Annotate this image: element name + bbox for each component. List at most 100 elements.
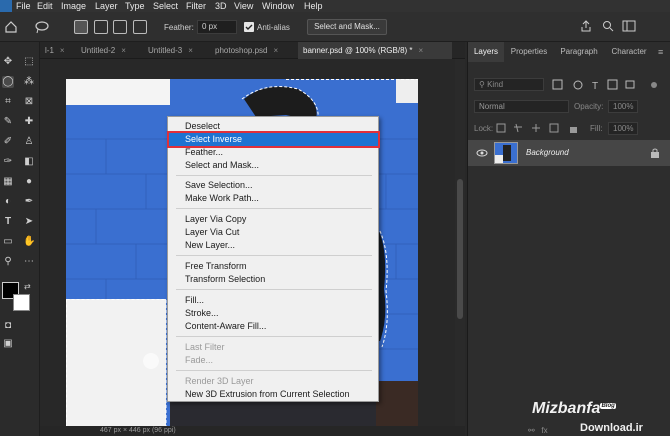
close-icon[interactable]: × <box>274 46 279 55</box>
pen-tool-icon[interactable]: ✒ <box>23 196 35 208</box>
menu-window[interactable]: Window <box>262 0 294 12</box>
menu-item-select-inverse[interactable]: Select Inverse <box>167 131 380 148</box>
frame-tool-icon[interactable]: ⊠ <box>23 96 35 108</box>
layer-row-background[interactable]: Background <box>468 140 670 166</box>
select-and-mask-button[interactable]: Select and Mask... <box>307 19 387 35</box>
menu-edit[interactable]: Edit <box>37 0 53 12</box>
menu-item-select-and-mask[interactable]: Select and Mask... <box>169 159 378 172</box>
menu-3d[interactable]: 3D <box>215 0 227 12</box>
tab-untitled-3[interactable]: Untitled-3 × <box>143 42 207 59</box>
menu-select[interactable]: Select <box>153 0 178 12</box>
subtract-selection-icon[interactable] <box>113 20 127 34</box>
tab-untitled-2[interactable]: Untitled-2 × <box>76 42 141 59</box>
opacity-label: Opacity: <box>574 102 604 111</box>
menu-item-new-3d-extrusion[interactable]: New 3D Extrusion from Current Selection <box>169 388 378 401</box>
path-selection-icon[interactable]: ➤ <box>23 216 35 228</box>
menu-layer[interactable]: Layer <box>95 0 118 12</box>
healing-brush-icon[interactable]: ✚ <box>23 116 35 128</box>
search-icon[interactable] <box>602 20 614 32</box>
menu-help[interactable]: Help <box>304 0 323 12</box>
menu-type[interactable]: Type <box>125 0 145 12</box>
eyedropper-icon[interactable]: ✎ <box>2 116 14 128</box>
menu-view[interactable]: View <box>234 0 253 12</box>
tab-paragraph[interactable]: Paragraph <box>556 42 602 62</box>
antialias-checkbox[interactable] <box>244 22 254 32</box>
menu-item-feather[interactable]: Feather... <box>169 146 378 159</box>
lasso-tool-icon[interactable]: ◯ <box>2 76 14 88</box>
intersect-selection-icon[interactable] <box>133 20 147 34</box>
layer-lock-icon <box>651 148 659 158</box>
background-color-swatch[interactable] <box>13 294 30 311</box>
watermark-brand: MizbanfaBlog <box>532 400 616 418</box>
antialias-label: Anti-alias <box>257 23 290 32</box>
tab-banner-psd[interactable]: banner.psd @ 100% (RGB/8) * × <box>298 42 452 59</box>
menu-file[interactable]: File <box>16 0 31 12</box>
add-selection-icon[interactable] <box>94 20 108 34</box>
options-bar: Feather: 0 px Anti-alias Select and Mask… <box>0 12 670 42</box>
menu-item-stroke[interactable]: Stroke... <box>169 307 378 320</box>
filter-icons: T <box>552 78 662 92</box>
fill-input[interactable]: 100% <box>608 122 638 135</box>
lock-icons[interactable] <box>496 122 586 134</box>
menu-item-free-transform[interactable]: Free Transform <box>169 260 378 273</box>
more-tools-icon[interactable]: ⋯ <box>23 256 35 268</box>
panel-footer-icons[interactable]: ⚯ fx <box>528 426 588 436</box>
photoshop-logo-icon[interactable] <box>0 0 12 12</box>
menu-item-new-layer[interactable]: New Layer... <box>169 239 378 252</box>
menu-item-save-selection[interactable]: Save Selection... <box>169 179 378 192</box>
magic-wand-icon[interactable]: ⁂ <box>23 76 35 88</box>
tab-character[interactable]: Character <box>606 42 652 62</box>
watermark-brand-text: Mizbanfa <box>532 400 601 417</box>
status-bar: 467 px × 446 px (96 ppi) <box>40 426 465 436</box>
close-icon[interactable]: × <box>121 46 126 55</box>
feather-label: Feather: <box>164 23 194 32</box>
tab-photoshop-psd[interactable]: photoshop.psd × <box>210 42 296 59</box>
brush-tool-icon[interactable]: ✐ <box>2 136 14 148</box>
menu-item-transform-selection[interactable]: Transform Selection <box>169 273 378 286</box>
tab-label: photoshop.psd <box>215 46 268 55</box>
menu-item-layer-via-cut[interactable]: Layer Via Cut <box>169 226 378 239</box>
close-icon[interactable]: × <box>188 46 193 55</box>
hand-tool-icon[interactable]: ✋ <box>23 236 35 248</box>
swap-colors-icon[interactable]: ⇄ <box>24 282 34 292</box>
menu-item-make-work-path[interactable]: Make Work Path... <box>169 192 378 205</box>
crop-tool-icon[interactable]: ⌗ <box>2 96 14 108</box>
close-icon[interactable]: × <box>60 46 65 55</box>
menu-image[interactable]: Image <box>61 0 86 12</box>
lasso-tool-icon[interactable] <box>34 20 50 34</box>
quick-mask-icon[interactable]: ◘ <box>2 320 14 332</box>
panel-menu-icon[interactable]: ≡ <box>658 47 668 57</box>
gradient-tool-icon[interactable]: ▦ <box>2 176 14 188</box>
zoom-tool-icon[interactable]: ⚲ <box>2 256 14 268</box>
menu-item-layer-via-copy[interactable]: Layer Via Copy <box>169 213 378 226</box>
home-icon[interactable] <box>4 20 18 34</box>
shape-tool-icon[interactable]: ▭ <box>2 236 14 248</box>
marquee-tool-icon[interactable]: ⬚ <box>23 56 35 68</box>
tab-layers[interactable]: Layers <box>468 42 504 62</box>
type-tool-icon[interactable]: T <box>2 216 14 228</box>
close-icon[interactable]: × <box>419 46 424 55</box>
menu-item-content-aware-fill[interactable]: Content-Aware Fill... <box>169 320 378 333</box>
menu-item-deselect[interactable]: Deselect <box>169 120 378 133</box>
blur-tool-icon[interactable]: ● <box>23 176 35 188</box>
stamp-tool-icon[interactable]: ♙ <box>23 136 35 148</box>
layer-kind-filter[interactable]: ⚲ Kind <box>474 78 544 91</box>
scrollbar-thumb[interactable] <box>457 179 463 319</box>
move-tool-icon[interactable]: ✥ <box>2 56 14 68</box>
opacity-input[interactable]: 100% <box>608 100 638 113</box>
visibility-eye-icon[interactable] <box>476 148 488 158</box>
tab-properties[interactable]: Properties <box>506 42 552 62</box>
dodge-tool-icon[interactable]: ◐ <box>2 196 14 208</box>
history-brush-icon[interactable]: ✑ <box>2 156 14 168</box>
feather-input[interactable]: 0 px <box>197 20 237 34</box>
menu-item-fill[interactable]: Fill... <box>169 294 378 307</box>
eraser-tool-icon[interactable]: ◧ <box>23 156 35 168</box>
blend-mode-select[interactable]: Normal <box>474 100 569 113</box>
share-icon[interactable] <box>580 20 592 32</box>
menu-filter[interactable]: Filter <box>186 0 206 12</box>
tab-doc-1[interactable]: l-1 × <box>40 42 73 59</box>
canvas-scrollbar[interactable] <box>455 59 465 436</box>
workspace-icon[interactable] <box>622 20 636 32</box>
screen-mode-icon[interactable]: ▣ <box>2 338 14 350</box>
new-selection-icon[interactable] <box>74 20 88 34</box>
